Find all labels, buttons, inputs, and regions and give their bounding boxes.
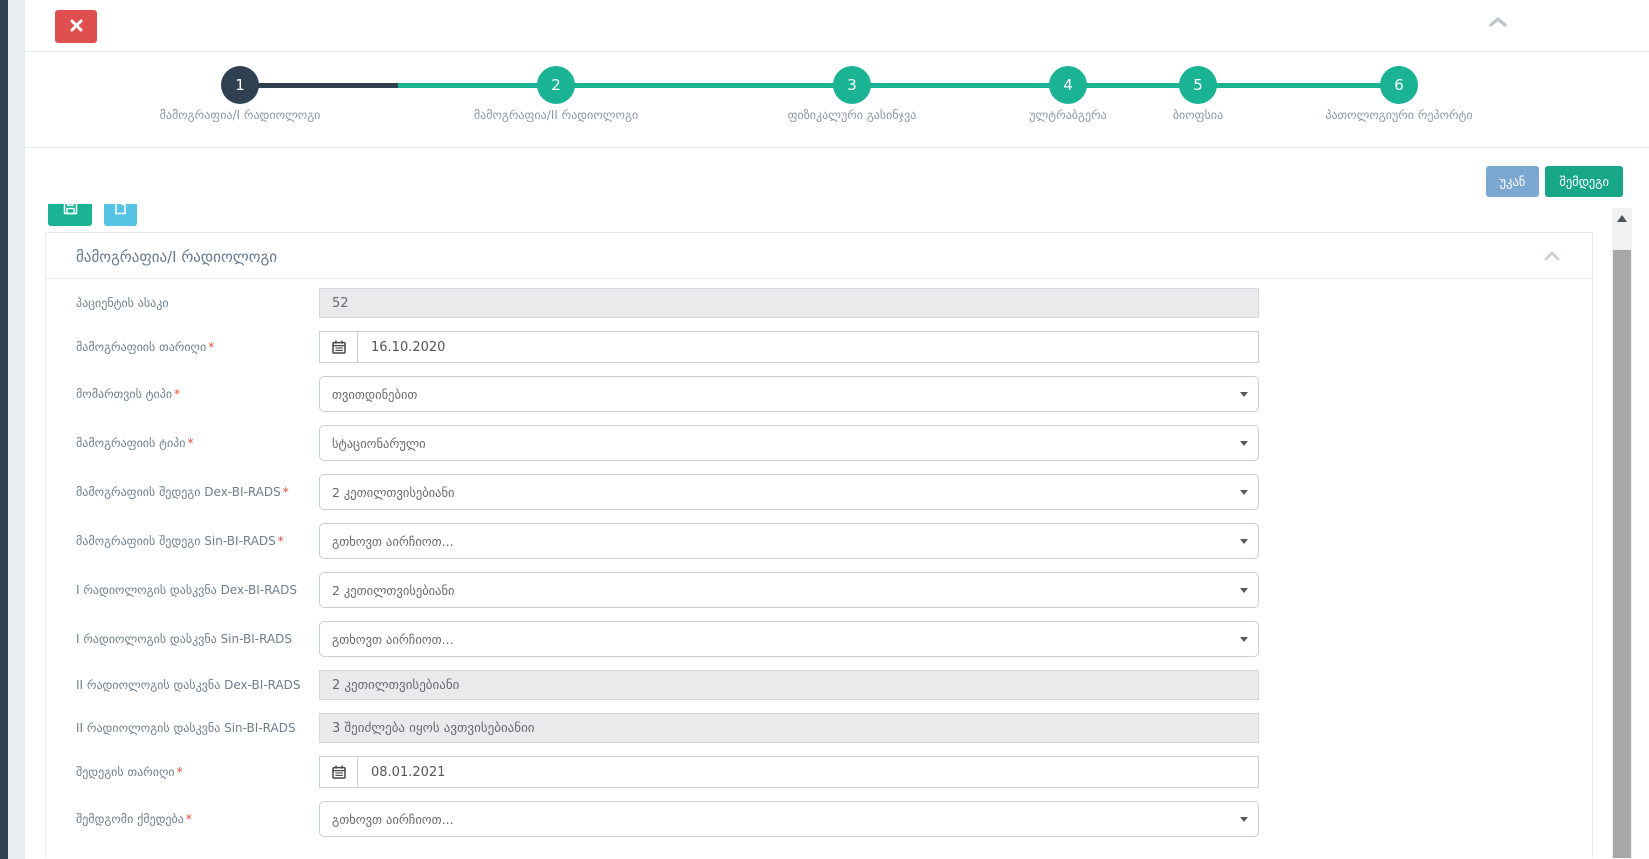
calendar-icon[interactable] (320, 332, 358, 362)
main-panel: 1 2 3 4 5 6 მამოგრაფია/I რადიოლოგი მამოგ… (25, 0, 1649, 859)
chevron-up-icon (1488, 16, 1508, 31)
field-label: მამოგრაფიის შედეგი Sin-BI-RADS* (76, 534, 319, 548)
radiologist1-sin-select[interactable]: გთხოვთ აირჩიოთ... (319, 621, 1259, 657)
field-label: I რადიოლოგის დასკვნა Sin-BI-RADS (76, 632, 319, 646)
wizard-stepper: 1 2 3 4 5 6 მამოგრაფია/I რადიოლოგი მამოგ… (25, 52, 1649, 147)
field-label: მამოგრაფიის ტიპი* (76, 436, 319, 450)
field-label: პაციენტის ასაკი (76, 296, 319, 310)
form-row: I რადიოლოგის დასკვნა Dex-BI-RADS 2 კეთილ… (76, 572, 1562, 608)
scrollbar-up-button[interactable] (1612, 208, 1632, 228)
radiologist2-sin-field: 3 შეიძლება იყოს ავთვისებიანიი (319, 713, 1259, 743)
x-icon (70, 19, 83, 35)
wizard-page: 1 2 3 4 5 6 მამოგრაფია/I რადიოლოგი მამოგ… (0, 0, 1649, 859)
form-row: მამოგრაფიის შედეგი Sin-BI-RADS* გთხოვთ ა… (76, 523, 1562, 559)
field-label: მამოგრაფიის თარიღი* (76, 340, 319, 354)
step-connector (240, 83, 398, 88)
step-circle-3[interactable]: 3 (833, 66, 871, 104)
arrow-up-icon (1617, 215, 1627, 222)
caret-down-icon (1240, 392, 1248, 397)
card-body: პაციენტის ასაკი 52 მამოგრაფიის თარიღი* 1… (46, 279, 1592, 858)
form-row: მამოგრაფიის ტიპი* სტაციონარული (76, 425, 1562, 461)
radiologist1-dex-select[interactable]: 2 კეთილთვისებიანი (319, 572, 1259, 608)
step-circle-2[interactable]: 2 (537, 66, 575, 104)
step-circle-6[interactable]: 6 (1380, 66, 1418, 104)
step-label-1: მამოგრაფია/I რადიოლოგი (100, 108, 380, 122)
step-circle-5[interactable]: 5 (1179, 66, 1217, 104)
field-label: II რადიოლოგის დასკვნა Dex-BI-RADS (76, 678, 319, 692)
result-date-field[interactable]: 08.01.2021 (319, 756, 1259, 788)
caret-down-icon (1240, 539, 1248, 544)
chevron-up-icon (1544, 249, 1560, 264)
document-icon (114, 204, 127, 218)
form-row: შედეგის თარიღი* 08.01.2021 (76, 756, 1562, 788)
mammography-date-field[interactable]: 16.10.2020 (319, 331, 1259, 363)
form-row: II რადიოლოგის დასკვნა Dex-BI-RADS 2 კეთი… (76, 670, 1562, 700)
top-bar (25, 0, 1649, 52)
form-row: მომართვის ტიპი* თვითდინებით (76, 376, 1562, 412)
close-button[interactable] (55, 10, 97, 43)
caret-down-icon (1240, 441, 1248, 446)
caret-down-icon (1240, 637, 1248, 642)
scrollbar-thumb[interactable] (1613, 250, 1631, 858)
caret-down-icon (1240, 817, 1248, 822)
card-collapse-button[interactable] (1544, 249, 1560, 264)
wizard-actions-row: უკან შემდეგი (25, 147, 1649, 204)
date-input[interactable]: 16.10.2020 (358, 332, 1258, 362)
back-button[interactable]: უკან (1486, 166, 1540, 197)
field-label: I რადიოლოგის დასკვნა Dex-BI-RADS (76, 583, 319, 597)
card-title: მამოგრაფია/I რადიოლოგი (76, 248, 277, 266)
field-label: მამოგრაფიის შედეგი Dex-BI-RADS* (76, 485, 319, 499)
step-label-6: პათოლოგიური რეპორტი (1259, 108, 1539, 122)
form-row: პაციენტის ასაკი 52 (76, 288, 1562, 318)
next-button[interactable]: შემდეგი (1545, 166, 1623, 197)
form-row: I რადიოლოგის დასკვნა Sin-BI-RADS გთხოვთ … (76, 621, 1562, 657)
panel-collapse-button[interactable] (1487, 14, 1509, 32)
field-label: მომართვის ტიპი* (76, 387, 319, 401)
form-row: მამოგრაფიის თარიღი* 16.10.2020 (76, 331, 1562, 363)
result-sin-birads-select[interactable]: გთხოვთ აირჩიოთ... (319, 523, 1259, 559)
caret-down-icon (1240, 588, 1248, 593)
field-label: II რადიოლოგის დასკვნა Sin-BI-RADS (76, 721, 319, 735)
result-dex-birads-select[interactable]: 2 კეთილთვისებიანი (319, 474, 1259, 510)
document-button[interactable] (104, 204, 137, 226)
step-circle-4[interactable]: 4 (1049, 66, 1087, 104)
field-label: შედეგის თარიღი* (76, 765, 319, 779)
next-action-select[interactable]: გთხოვთ აირჩიოთ... (319, 801, 1259, 837)
scroll-area: მამოგრაფია/I რადიოლოგი პაციენტის ასაკი 5… (25, 204, 1649, 858)
mini-actions (48, 204, 137, 226)
step-label-2: მამოგრაფია/II რადიოლოგი (416, 108, 696, 122)
form-row: შემდგომი ქმედება* გთხოვთ აირჩიოთ... (76, 801, 1562, 837)
form-row: II რადიოლოგის დასკვნა Sin-BI-RADS 3 შეიძ… (76, 713, 1562, 743)
date-input[interactable]: 08.01.2021 (358, 757, 1258, 787)
radiologist2-dex-field: 2 კეთილთვისებიანი (319, 670, 1259, 700)
referral-type-select[interactable]: თვითდინებით (319, 376, 1259, 412)
form-card: მამოგრაფია/I რადიოლოგი პაციენტის ასაკი 5… (45, 232, 1593, 858)
card-header: მამოგრაფია/I რადიოლოგი (46, 233, 1592, 279)
left-gutter (8, 0, 25, 859)
save-button[interactable] (48, 204, 92, 226)
mammography-type-select[interactable]: სტაციონარული (319, 425, 1259, 461)
save-icon (63, 204, 78, 218)
caret-down-icon (1240, 490, 1248, 495)
vertical-scrollbar[interactable] (1612, 208, 1632, 858)
calendar-icon[interactable] (320, 757, 358, 787)
form-row: მამოგრაფიის შედეგი Dex-BI-RADS* 2 კეთილთ… (76, 474, 1562, 510)
sidebar-strip (0, 0, 8, 859)
age-field: 52 (319, 288, 1259, 318)
step-circle-1[interactable]: 1 (221, 66, 259, 104)
field-label: შემდგომი ქმედება* (76, 812, 319, 826)
